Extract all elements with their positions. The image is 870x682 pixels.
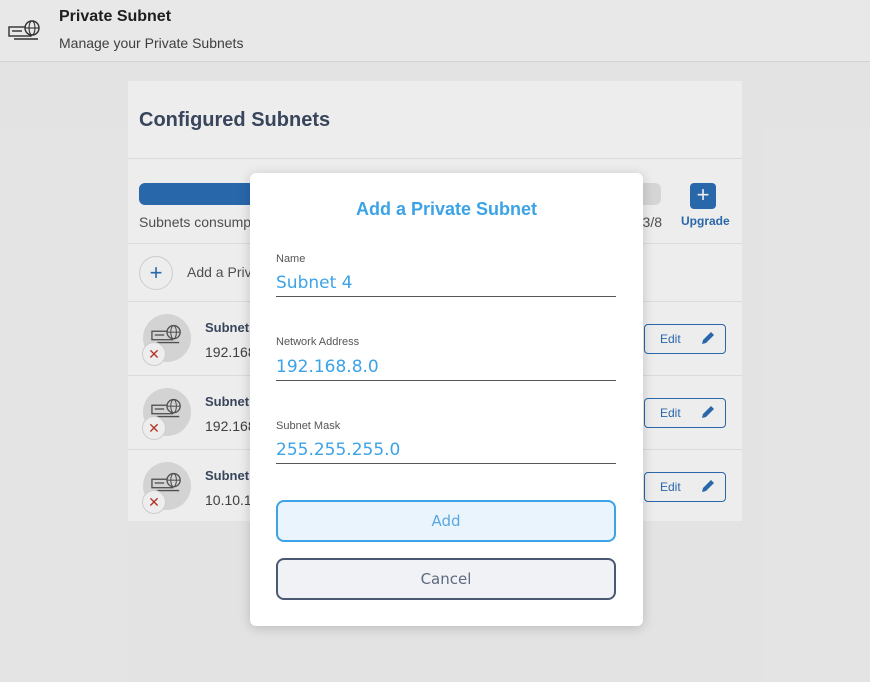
subnet-mask-field-label: Subnet Mask: [276, 420, 341, 432]
name-field-label: Name: [276, 253, 306, 265]
add-subnet-dialog: Add a Private Subnet Name Network Addres…: [250, 173, 643, 626]
network-address-field-label: Network Address: [276, 336, 360, 348]
subnet-mask-field[interactable]: [276, 436, 616, 464]
cancel-button[interactable]: Cancel: [276, 558, 616, 600]
network-address-field[interactable]: [276, 353, 616, 381]
add-button[interactable]: Add: [276, 500, 616, 542]
dialog-title: Add a Private Subnet: [355, 199, 538, 219]
name-field[interactable]: [276, 269, 616, 297]
